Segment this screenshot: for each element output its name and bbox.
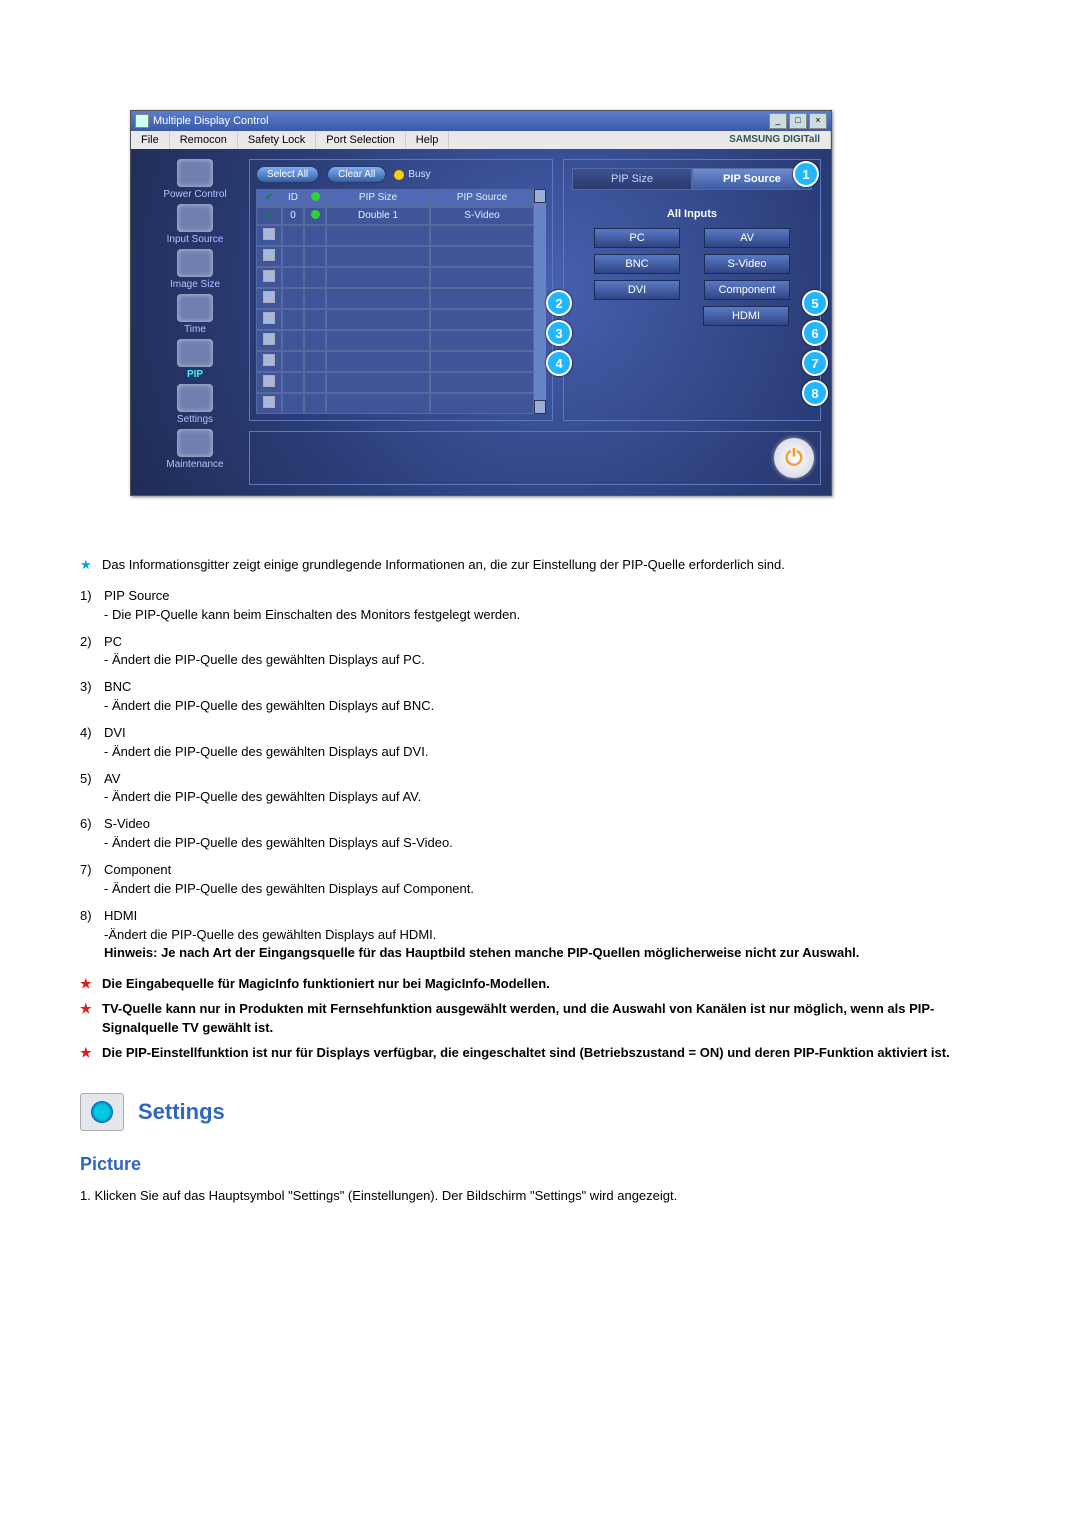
sidebar-item-label: Maintenance xyxy=(166,459,223,470)
row-empty[interactable] xyxy=(256,246,282,267)
grid-scrollbar[interactable] xyxy=(534,189,546,414)
callout-1: 1 xyxy=(793,161,819,187)
pip-icon xyxy=(177,339,213,367)
doc-intro: Das Informationsgitter zeigt einige grun… xyxy=(80,556,1000,575)
row-status xyxy=(304,207,326,225)
av-button[interactable]: AV xyxy=(704,228,790,248)
maintenance-icon xyxy=(177,429,213,457)
callout-3: 3 xyxy=(546,320,572,346)
app-window: Multiple Display Control _ □ × File Remo… xyxy=(130,110,832,496)
sidebar-item-label: Image Size xyxy=(170,279,220,290)
row-empty[interactable] xyxy=(256,225,282,246)
dvi-button[interactable]: DVI xyxy=(594,280,680,300)
col-pipsize: PIP Size xyxy=(326,189,430,207)
menu-file[interactable]: File xyxy=(131,131,170,149)
settings-heading-text: Settings xyxy=(138,1096,225,1128)
minimize-button[interactable]: _ xyxy=(769,113,787,129)
component-button[interactable]: Component xyxy=(704,280,790,300)
col-id: ID xyxy=(282,189,304,207)
col-pipsource: PIP Source xyxy=(430,189,534,207)
doc-item-desc: - Die PIP-Quelle kann beim Einschalten d… xyxy=(104,607,520,622)
row-empty[interactable] xyxy=(256,309,282,330)
sidebar-item-label: Settings xyxy=(177,414,213,425)
power-indicator-icon: ⏻ xyxy=(774,438,814,478)
maximize-button[interactable]: □ xyxy=(789,113,807,129)
svideo-button[interactable]: S-Video xyxy=(704,254,790,274)
callout-2: 2 xyxy=(546,290,572,316)
settings-heading: Settings xyxy=(80,1093,1000,1131)
app-icon xyxy=(135,114,149,128)
sidebar-item-label: PIP xyxy=(187,369,203,380)
time-icon xyxy=(177,294,213,322)
row-select[interactable] xyxy=(256,207,282,225)
menu-help[interactable]: Help xyxy=(406,131,450,149)
row-pipsize: Double 1 xyxy=(326,207,430,225)
hdmi-button[interactable]: HDMI xyxy=(703,306,789,326)
tab-pipsize[interactable]: PIP Size xyxy=(572,168,692,190)
doc-hint: Hinweis: Je nach Art der Eingangsquelle … xyxy=(104,945,859,960)
callout-8: 8 xyxy=(802,380,828,406)
doc-list: 1) PIP Source - Die PIP-Quelle kann beim… xyxy=(80,587,1000,963)
window-title: Multiple Display Control xyxy=(153,115,769,127)
sidebar-item-label: Power Control xyxy=(163,189,226,200)
sidebar-item-imagesize[interactable]: Image Size xyxy=(170,249,220,290)
settings-icon xyxy=(177,384,213,412)
sidebar-item-power[interactable]: Power Control xyxy=(163,159,226,200)
sidebar-item-maintenance[interactable]: Maintenance xyxy=(166,429,223,470)
callout-5: 5 xyxy=(802,290,828,316)
sidebar: Power Control Input Source Image Size Ti… xyxy=(141,159,249,485)
scroll-up-icon[interactable] xyxy=(534,189,546,203)
row-pipsource: S-Video xyxy=(430,207,534,225)
right-panel: 1 PIP Size PIP Source All Inputs 2 3 4 5… xyxy=(563,159,821,421)
sidebar-item-pip[interactable]: PIP xyxy=(177,339,213,380)
row-id: 0 xyxy=(282,207,304,225)
bnc-button[interactable]: BNC xyxy=(594,254,680,274)
sidebar-item-label: Input Source xyxy=(167,234,224,245)
scroll-down-icon[interactable] xyxy=(534,400,546,414)
sidebar-item-input[interactable]: Input Source xyxy=(167,204,224,245)
picture-step: 1. Klicken Sie auf das Hauptsymbol "Sett… xyxy=(80,1187,1000,1206)
doc-note: Die PIP-Einstellfunktion ist nur für Dis… xyxy=(80,1044,1000,1063)
busy-label: Busy xyxy=(408,169,430,180)
doc-note: Die Eingabequelle für MagicInfo funktion… xyxy=(80,975,1000,994)
close-button[interactable]: × xyxy=(809,113,827,129)
row-empty[interactable] xyxy=(256,330,282,351)
sidebar-item-time[interactable]: Time xyxy=(177,294,213,335)
doc-item-title: PIP Source xyxy=(104,588,170,603)
menu-safetylock[interactable]: Safety Lock xyxy=(238,131,316,149)
callout-7: 7 xyxy=(802,350,828,376)
col-status xyxy=(304,189,326,207)
busy-indicator: Busy xyxy=(394,169,430,180)
power-icon xyxy=(177,159,213,187)
titlebar: Multiple Display Control _ □ × xyxy=(131,111,831,131)
menu-portselection[interactable]: Port Selection xyxy=(316,131,405,149)
brand-label: SAMSUNG DIGITall xyxy=(719,131,831,149)
picture-heading: Picture xyxy=(80,1151,1000,1177)
input-icon xyxy=(177,204,213,232)
sidebar-item-label: Time xyxy=(184,324,206,335)
bottom-bar: ⏻ xyxy=(249,431,821,485)
document-body: Das Informationsgitter zeigt einige grun… xyxy=(80,556,1000,1206)
row-empty[interactable] xyxy=(256,288,282,309)
sidebar-item-settings[interactable]: Settings xyxy=(177,384,213,425)
row-empty[interactable] xyxy=(256,351,282,372)
pc-button[interactable]: PC xyxy=(594,228,680,248)
menu-remocon[interactable]: Remocon xyxy=(170,131,238,149)
callout-6: 6 xyxy=(802,320,828,346)
select-all-button[interactable]: Select All xyxy=(256,166,319,183)
callout-4: 4 xyxy=(546,350,572,376)
row-empty[interactable] xyxy=(256,393,282,414)
clear-all-button[interactable]: Clear All xyxy=(327,166,386,183)
row-empty[interactable] xyxy=(256,372,282,393)
busy-dot-icon xyxy=(394,170,404,180)
all-inputs-label: All Inputs xyxy=(572,208,812,220)
row-empty[interactable] xyxy=(256,267,282,288)
table-area: Select All Clear All Busy ID xyxy=(249,159,553,421)
doc-note: TV-Quelle kann nur in Produkten mit Fern… xyxy=(80,1000,1000,1038)
display-grid: ID PIP Size PIP Source 0 Double 1 S-Vide… xyxy=(256,189,534,414)
imagesize-icon xyxy=(177,249,213,277)
settings-heading-icon xyxy=(80,1093,124,1131)
col-select[interactable] xyxy=(256,189,282,207)
menubar: File Remocon Safety Lock Port Selection … xyxy=(131,131,831,149)
